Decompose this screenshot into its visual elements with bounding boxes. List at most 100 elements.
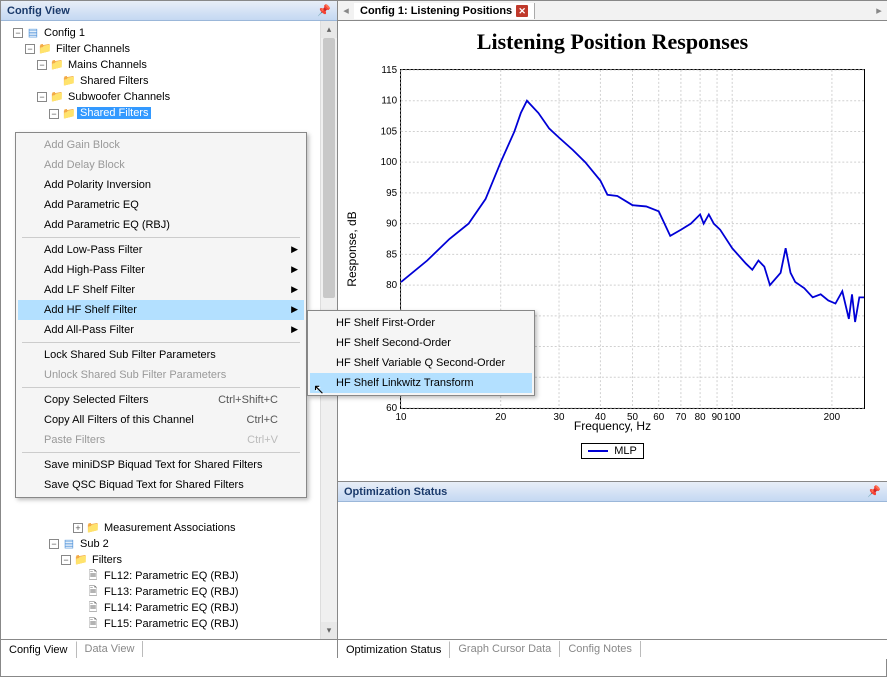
menu-save-minidsp[interactable]: Save miniDSP Biquad Text for Shared Filt…	[18, 455, 304, 475]
tree-fl15[interactable]: 🗎FL15: Parametric EQ (RBJ)	[1, 616, 337, 632]
legend-swatch	[588, 450, 608, 452]
submenu-hf-second-order[interactable]: HF Shelf Second-Order	[310, 333, 532, 353]
svg-text:80: 80	[386, 280, 397, 291]
folder-icon: 📁	[61, 73, 77, 89]
tree-fl14[interactable]: 🗎FL14: Parametric EQ (RBJ)	[1, 600, 337, 616]
config-view-title: Config View	[7, 5, 70, 17]
y-axis-label: Response, dB	[345, 211, 359, 286]
chart-area: Listening Position Responses Response, d…	[338, 21, 887, 481]
menu-separator	[22, 342, 300, 343]
menu-add-hf-shelf[interactable]: Add HF Shelf Filter	[18, 300, 304, 320]
tab-arrow-left[interactable]: ◂	[338, 4, 354, 17]
chart-legend: MLP	[581, 443, 644, 459]
svg-text:85: 85	[386, 249, 397, 260]
collapse-icon[interactable]: −	[37, 60, 47, 70]
tree-filter-channels[interactable]: −📁Filter Channels	[1, 41, 337, 57]
svg-text:60: 60	[653, 412, 664, 423]
tree-sub2[interactable]: −▤Sub 2	[1, 536, 337, 552]
menu-separator	[22, 237, 300, 238]
document-icon: ▤	[61, 536, 77, 552]
menu-save-qsc[interactable]: Save QSC Biquad Text for Shared Filters	[18, 475, 304, 495]
svg-text:30: 30	[554, 412, 565, 423]
tab-graph-cursor[interactable]: Graph Cursor Data	[450, 641, 560, 657]
folder-icon: 📁	[37, 41, 53, 57]
menu-copy-all[interactable]: Copy All Filters of this ChannelCtrl+C	[18, 410, 304, 430]
tab-data-view[interactable]: Data View	[77, 641, 144, 657]
folder-icon: 📁	[49, 89, 65, 105]
menu-add-lowpass[interactable]: Add Low-Pass Filter	[18, 240, 304, 260]
collapse-icon[interactable]: −	[37, 92, 47, 102]
svg-text:90: 90	[712, 412, 723, 423]
menu-lock-shared[interactable]: Lock Shared Sub Filter Parameters	[18, 345, 304, 365]
close-tab-icon[interactable]: ✕	[516, 5, 528, 17]
svg-text:200: 200	[824, 412, 841, 423]
collapse-icon[interactable]: −	[61, 555, 71, 565]
tree-shared-filters-sub[interactable]: −📁Shared Filters	[1, 105, 337, 121]
optimization-status-panel: Optimization Status 📌	[338, 481, 887, 659]
svg-text:105: 105	[381, 126, 398, 137]
file-icon: 🗎	[85, 568, 101, 584]
tree-sub2-filters[interactable]: −📁Filters	[1, 552, 337, 568]
tree-meas-assoc[interactable]: +📁Measurement Associations	[1, 520, 337, 536]
menu-copy-selected[interactable]: Copy Selected FiltersCtrl+Shift+C	[18, 390, 304, 410]
svg-text:100: 100	[381, 157, 398, 168]
menu-add-highpass[interactable]: Add High-Pass Filter	[18, 260, 304, 280]
submenu-hf-variable-q[interactable]: HF Shelf Variable Q Second-Order	[310, 353, 532, 373]
opt-status-body	[338, 502, 887, 659]
folder-icon: 📁	[85, 520, 101, 536]
tree-fl12[interactable]: 🗎FL12: Parametric EQ (RBJ)	[1, 568, 337, 584]
scroll-thumb[interactable]	[323, 38, 335, 298]
config-view-header: Config View 📌	[1, 1, 337, 21]
scroll-down-icon[interactable]: ▾	[321, 622, 337, 639]
tab-opt-status[interactable]: Optimization Status	[338, 641, 450, 658]
tab-config-view[interactable]: Config View	[1, 641, 77, 658]
file-icon: 🗎	[85, 616, 101, 632]
collapse-icon[interactable]: −	[49, 109, 59, 119]
file-icon: 🗎	[85, 584, 101, 600]
x-axis-label: Frequency, Hz	[574, 419, 651, 433]
opt-status-title: Optimization Status	[344, 486, 447, 498]
svg-text:90: 90	[386, 219, 397, 230]
menu-add-delay: Add Delay Block	[18, 155, 304, 175]
scroll-up-icon[interactable]: ▴	[321, 21, 337, 38]
menu-add-gain: Add Gain Block	[18, 135, 304, 155]
menu-paste: Paste FiltersCtrl+V	[18, 430, 304, 450]
submenu-hf-shelf[interactable]: HF Shelf First-Order HF Shelf Second-Ord…	[307, 310, 535, 396]
tree-config-root[interactable]: −▤Config 1	[1, 25, 337, 41]
expand-icon[interactable]: +	[73, 523, 83, 533]
menu-add-allpass[interactable]: Add All-Pass Filter	[18, 320, 304, 340]
menu-separator	[22, 452, 300, 453]
menu-add-peq[interactable]: Add Parametric EQ	[18, 195, 304, 215]
tree-fl13[interactable]: 🗎FL13: Parametric EQ (RBJ)	[1, 584, 337, 600]
tab-config-notes[interactable]: Config Notes	[560, 641, 641, 657]
tree-shared-filters-mains[interactable]: 📁Shared Filters	[1, 73, 337, 89]
svg-text:95: 95	[386, 188, 397, 199]
file-icon: 🗎	[85, 600, 101, 616]
context-menu[interactable]: Add Gain Block Add Delay Block Add Polar…	[15, 132, 307, 498]
svg-text:80: 80	[695, 412, 706, 423]
svg-text:115: 115	[381, 65, 397, 76]
submenu-hf-linkwitz[interactable]: HF Shelf Linkwitz Transform	[310, 373, 532, 393]
menu-add-polarity[interactable]: Add Polarity Inversion	[18, 175, 304, 195]
pin-icon[interactable]: 📌	[317, 4, 331, 17]
left-bottom-tabs: Config View Data View	[1, 639, 337, 658]
collapse-icon[interactable]: −	[25, 44, 35, 54]
folder-icon: 📁	[61, 106, 77, 122]
tab-arrow-right[interactable]: ▸	[871, 4, 887, 17]
svg-text:100: 100	[724, 412, 741, 423]
chart-tab[interactable]: Config 1: Listening Positions ✕	[354, 3, 535, 19]
svg-text:20: 20	[495, 412, 506, 423]
legend-label: MLP	[614, 445, 637, 457]
pin-icon[interactable]: 📌	[867, 485, 881, 498]
tree-subwoofer-channels[interactable]: −📁Subwoofer Channels	[1, 89, 337, 105]
collapse-icon[interactable]: −	[49, 539, 59, 549]
submenu-hf-first-order[interactable]: HF Shelf First-Order	[310, 313, 532, 333]
folder-icon: 📁	[49, 57, 65, 73]
collapse-icon[interactable]: −	[13, 28, 23, 38]
right-bottom-tabs: Optimization Status Graph Cursor Data Co…	[338, 639, 887, 658]
svg-text:70: 70	[675, 412, 686, 423]
menu-add-lf-shelf[interactable]: Add LF Shelf Filter	[18, 280, 304, 300]
tree-mains-channels[interactable]: −📁Mains Channels	[1, 57, 337, 73]
menu-add-peq-rbj[interactable]: Add Parametric EQ (RBJ)	[18, 215, 304, 235]
menu-separator	[22, 387, 300, 388]
